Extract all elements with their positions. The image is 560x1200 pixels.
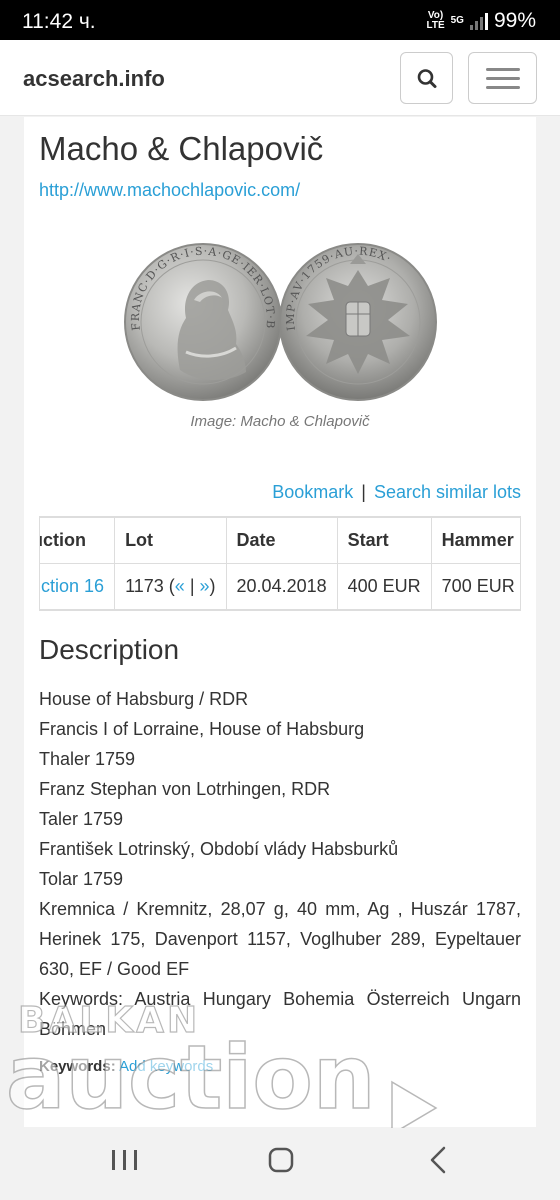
coin-image[interactable]: FRANC·D·G·R·I·S·A·GE·IER·LOT·B·R·D· IMP·… bbox=[120, 240, 440, 405]
signal-icon bbox=[469, 12, 488, 30]
hamburger-menu-icon bbox=[486, 68, 520, 89]
description-line: Francis I of Lorraine, House of Habsburg bbox=[39, 719, 365, 739]
battery-text: 99% bbox=[493, 9, 536, 32]
lot-number: 1173 bbox=[125, 576, 164, 596]
column-header-hammer: Hammer bbox=[430, 517, 520, 564]
top-navbar: acsearch.info bbox=[0, 40, 560, 116]
description-line: Tolar 1759 bbox=[39, 869, 124, 889]
auction-house-url[interactable]: http://www.machochlapovic.com/ bbox=[39, 180, 300, 201]
status-time: 11:42 ч. bbox=[22, 10, 96, 33]
auction-link[interactable]: Auction 16 bbox=[40, 576, 104, 596]
recent-apps-icon[interactable] bbox=[112, 1150, 137, 1170]
next-lot-link[interactable]: » bbox=[200, 576, 210, 596]
description-line: Keywords: Austria Hungary Bohemia Österr… bbox=[39, 989, 521, 1039]
description-line: Franz Stephan von Lotrhingen, RDR bbox=[39, 779, 331, 799]
date-cell: 20.04.2018 bbox=[225, 563, 338, 610]
auction-house-title: Macho & Chlapovič bbox=[39, 130, 324, 167]
previous-lot-link[interactable]: « bbox=[175, 576, 185, 596]
column-header-lot: Lot bbox=[114, 517, 227, 564]
table-row: Auction 16 1173 (« | ») 20.04.2018 400 E… bbox=[40, 563, 520, 610]
volte-icon: Vo) LTE bbox=[426, 10, 445, 31]
table-header-row: Auction Lot Date Start Hammer bbox=[40, 517, 520, 564]
coin-obverse: FRANC·D·G·R·I·S·A·GE·IER·LOT·B·R·D· bbox=[120, 240, 282, 401]
bookmark-link[interactable]: Bookmark bbox=[272, 482, 353, 502]
keywords-label: Keywords: bbox=[39, 1058, 116, 1075]
system-navigation-bar bbox=[0, 1128, 560, 1200]
lot-actions: Bookmark | Search similar lots bbox=[272, 482, 521, 503]
start-price-cell: 400 EUR bbox=[336, 563, 432, 610]
lot-cell: 1173 (« | ») bbox=[114, 563, 227, 610]
home-icon[interactable] bbox=[268, 1147, 294, 1173]
menu-button[interactable] bbox=[468, 52, 537, 104]
lot-nav-separator: | bbox=[189, 576, 195, 596]
status-icons: Vo) LTE 5G 99% bbox=[426, 9, 536, 33]
lot-table[interactable]: Auction Lot Date Start Hammer Auction 16… bbox=[39, 516, 521, 611]
hammer-price-cell: 700 EUR bbox=[430, 563, 520, 610]
search-button[interactable] bbox=[400, 52, 453, 104]
description-heading: Description bbox=[39, 634, 180, 665]
image-caption: Image: Macho & Chlapovič bbox=[190, 413, 370, 430]
coin-reverse: IMP·AV·1759·AU·REX· bbox=[279, 243, 437, 401]
description-line: František Lotrinský, Období vlády Habsbu… bbox=[39, 839, 399, 859]
add-keywords-link[interactable]: Add keywords bbox=[119, 1058, 213, 1075]
actions-separator: | bbox=[361, 482, 366, 502]
column-header-start: Start bbox=[336, 517, 432, 564]
description-body: House of Habsburg / RDR Francis I of Lor… bbox=[39, 684, 521, 1044]
description-line: Taler 1759 bbox=[39, 809, 124, 829]
column-header-date: Date bbox=[225, 517, 338, 564]
column-header-auction: Auction bbox=[40, 517, 116, 564]
description-line: House of Habsburg / RDR bbox=[39, 689, 249, 709]
status-bar: 11:42 ч. Vo) LTE 5G 99% bbox=[0, 0, 560, 40]
search-icon bbox=[417, 69, 437, 88]
auction-cell: Auction 16 bbox=[40, 563, 116, 610]
back-icon[interactable] bbox=[430, 1146, 446, 1174]
keywords-row: Keywords: Add keywords bbox=[39, 1058, 213, 1075]
description-line: Thaler 1759 bbox=[39, 749, 136, 769]
description-line: Kremnica / Kremnitz, 28,07 g, 40 mm, Ag … bbox=[39, 899, 521, 979]
site-brand[interactable]: acsearch.info bbox=[23, 66, 165, 92]
5g-icon: 5G bbox=[450, 15, 464, 26]
search-similar-link[interactable]: Search similar lots bbox=[374, 482, 521, 502]
